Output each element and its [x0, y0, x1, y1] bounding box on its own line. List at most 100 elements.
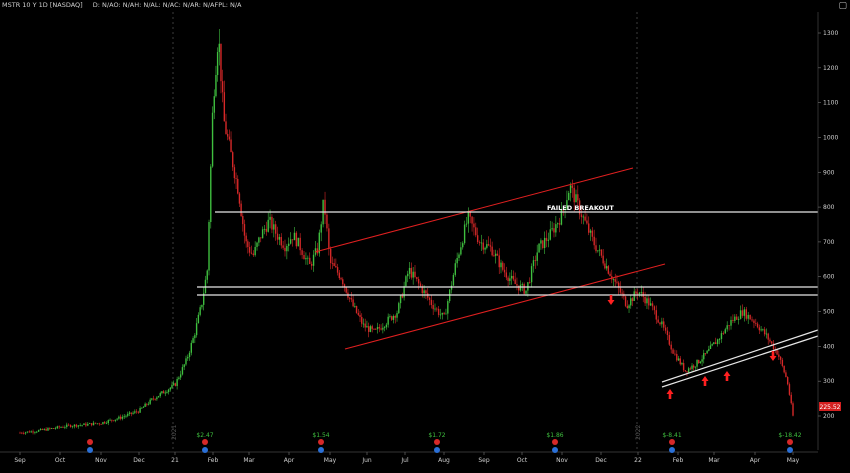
candle-body: [185, 358, 187, 365]
candle-body: [199, 307, 201, 315]
candle-body: [534, 260, 537, 262]
candle-body: [223, 92, 226, 122]
candle-body: [686, 371, 688, 373]
candle-body: [280, 236, 282, 246]
candle-body: [375, 328, 377, 330]
x-tick-label: Mar: [708, 457, 720, 464]
candle-body: [569, 185, 572, 193]
candle-body: [447, 301, 449, 314]
x-tick-label: 21: [171, 457, 179, 464]
candle-body: [749, 314, 751, 320]
candle-body: [183, 364, 185, 368]
candle-body: [357, 312, 359, 315]
candle-body: [510, 275, 513, 279]
candle-body: [640, 291, 643, 293]
dividend-marker-icon: [202, 447, 208, 453]
candle-body: [215, 74, 217, 97]
candle-body: [49, 428, 51, 429]
candle-body: [211, 112, 214, 167]
y-tick-label: 600: [823, 274, 835, 281]
y-tick-label: 800: [823, 204, 835, 211]
candle-body: [364, 323, 366, 328]
candle-body: [711, 344, 713, 346]
candle-body: [651, 303, 654, 307]
candle-body: [694, 366, 697, 368]
candle-body: [208, 222, 210, 271]
candle-body: [43, 428, 45, 430]
earnings-marker-icon: [202, 439, 208, 445]
candle-body: [366, 326, 368, 328]
candle-body: [256, 242, 258, 247]
candle-body: [646, 298, 648, 304]
candle-body: [102, 422, 104, 425]
candle-body: [568, 192, 570, 201]
x-tick-label: Feb: [208, 457, 219, 464]
candle-body: [575, 194, 577, 203]
last-price-tag: 225.52: [819, 402, 841, 411]
candle-body: [672, 349, 674, 354]
y-tick-label: 1200: [823, 65, 838, 72]
candle-body: [130, 412, 132, 414]
earnings-marker-icon: [787, 439, 793, 445]
candle-body: [271, 216, 273, 230]
candle-body: [303, 254, 305, 260]
x-tick-label: Apr: [750, 457, 761, 464]
expand-icon[interactable]: ▢: [838, 1, 847, 11]
candle-body: [715, 342, 717, 345]
candle-body: [763, 329, 766, 335]
candle-body: [216, 52, 219, 75]
candle-body: [41, 428, 44, 430]
candle-body: [577, 194, 579, 201]
candle-body: [547, 239, 550, 241]
candle-body: [312, 254, 315, 266]
y-tick-label: 1300: [823, 30, 838, 37]
symbol-label: MSTR 10 Y 1D [NASDAQ]: [2, 1, 83, 9]
candle-body: [220, 43, 222, 82]
x-tick-label: Feb: [673, 457, 684, 464]
candle-body: [24, 432, 27, 434]
candle-body: [355, 306, 358, 313]
candle-body: [551, 228, 553, 230]
candle-body: [309, 257, 311, 264]
candle-body: [383, 327, 386, 329]
candle-body: [399, 295, 402, 304]
candle-body: [26, 431, 29, 433]
candle-body: [118, 416, 120, 419]
candle-body: [278, 236, 281, 240]
candle-body: [188, 352, 191, 357]
candle-body: [164, 392, 166, 394]
candle-body: [128, 412, 131, 414]
candle-body: [458, 254, 460, 258]
candle-body: [273, 224, 275, 230]
candle-body: [64, 426, 66, 428]
candle-body: [557, 223, 559, 225]
price-chart[interactable]: 2021 2022 FAILED BREAKOUT 1300 1200 1100 100…: [0, 0, 850, 473]
candle-body: [392, 315, 395, 320]
candle-body: [739, 310, 742, 319]
candle-body: [235, 178, 237, 179]
candle-body: [389, 316, 391, 318]
candle-body: [62, 427, 64, 428]
candle-body: [630, 298, 632, 306]
candle-body: [755, 322, 757, 324]
candle-body: [98, 423, 100, 425]
candle-body: [532, 260, 535, 267]
candle-body: [291, 239, 294, 241]
dividend-marker-icon: [87, 447, 93, 453]
x-tick-label: Dec: [133, 457, 145, 464]
y-tick-label: 900: [823, 169, 835, 176]
x-tick-label: Oct: [55, 457, 66, 464]
candle-body: [19, 432, 21, 434]
candle-body: [734, 316, 736, 321]
candle-body: [452, 274, 455, 286]
year-marker-label: 2021: [171, 425, 178, 440]
candle-body: [92, 422, 95, 426]
candle-body: [111, 419, 113, 421]
dividend-marker-icon: [552, 447, 558, 453]
candle-body: [607, 266, 610, 274]
candle-body: [509, 278, 511, 281]
candle-body: [558, 223, 561, 225]
candle-body: [414, 271, 416, 278]
x-tick-label: Dec: [595, 457, 607, 464]
candle-body: [417, 279, 420, 284]
